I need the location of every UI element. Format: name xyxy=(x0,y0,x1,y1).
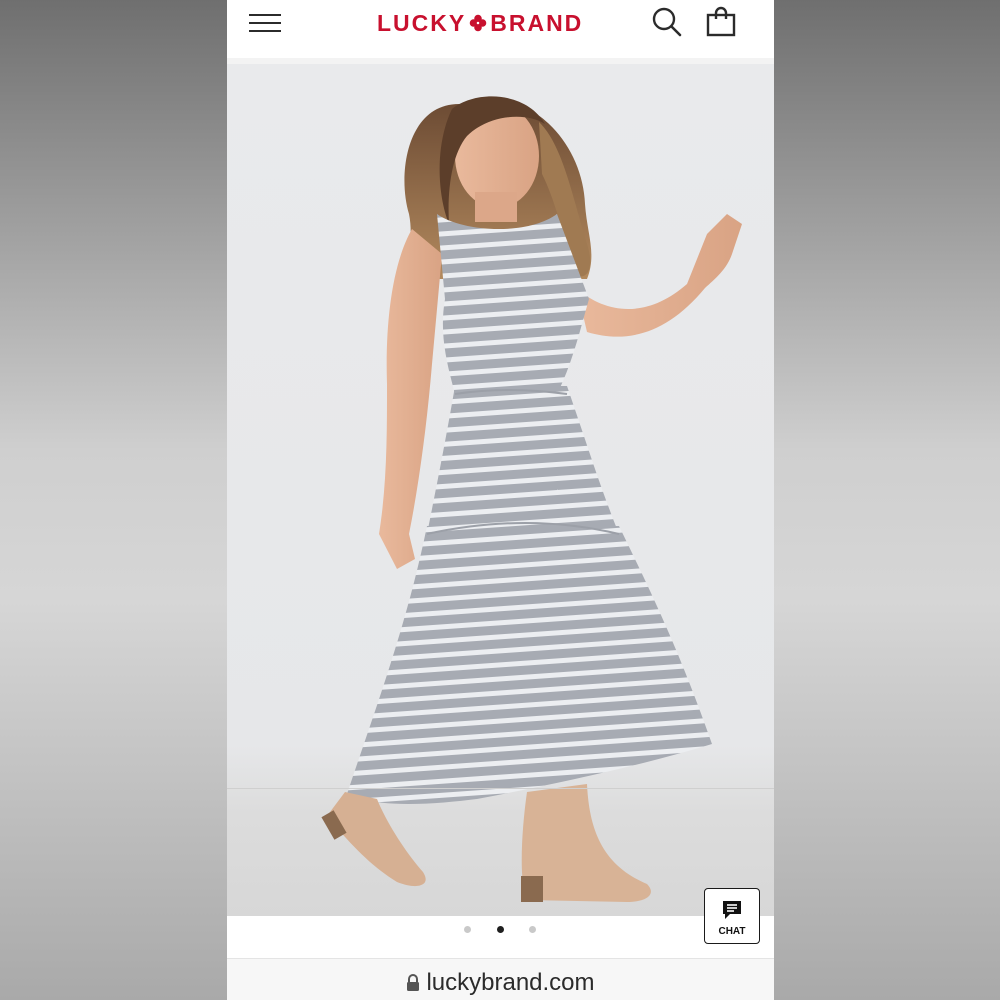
brand-logo-right: BRAND xyxy=(490,9,584,36)
browser-url-bar[interactable]: luckybrand.com xyxy=(227,958,774,1000)
chat-label: CHAT xyxy=(718,926,746,937)
brand-logo-left: LUCKY xyxy=(377,9,467,36)
carousel-dot-1[interactable] xyxy=(464,926,471,933)
carousel-dot-3[interactable] xyxy=(529,926,536,933)
lock-icon xyxy=(407,974,420,991)
floor-line xyxy=(227,788,774,789)
background-left xyxy=(0,0,227,1000)
background-right xyxy=(774,0,1000,1000)
carousel-indicators xyxy=(227,916,774,958)
mobile-screen: LUCKY BRAND CHAT luckybrand.com xyxy=(227,0,774,1000)
chat-bubble-icon xyxy=(723,901,741,919)
url-container: luckybrand.com xyxy=(227,969,774,997)
brand-logo[interactable]: LUCKY BRAND xyxy=(377,10,583,36)
carousel-dot-2[interactable] xyxy=(497,926,504,933)
shopping-bag-icon[interactable] xyxy=(705,6,737,38)
product-photo[interactable] xyxy=(227,64,774,916)
hamburger-menu-icon[interactable] xyxy=(249,12,281,34)
clover-icon xyxy=(469,14,487,32)
url-text: luckybrand.com xyxy=(426,969,595,996)
site-header: LUCKY BRAND xyxy=(227,0,774,59)
search-icon[interactable] xyxy=(651,6,683,38)
chat-button[interactable]: CHAT xyxy=(704,888,760,944)
